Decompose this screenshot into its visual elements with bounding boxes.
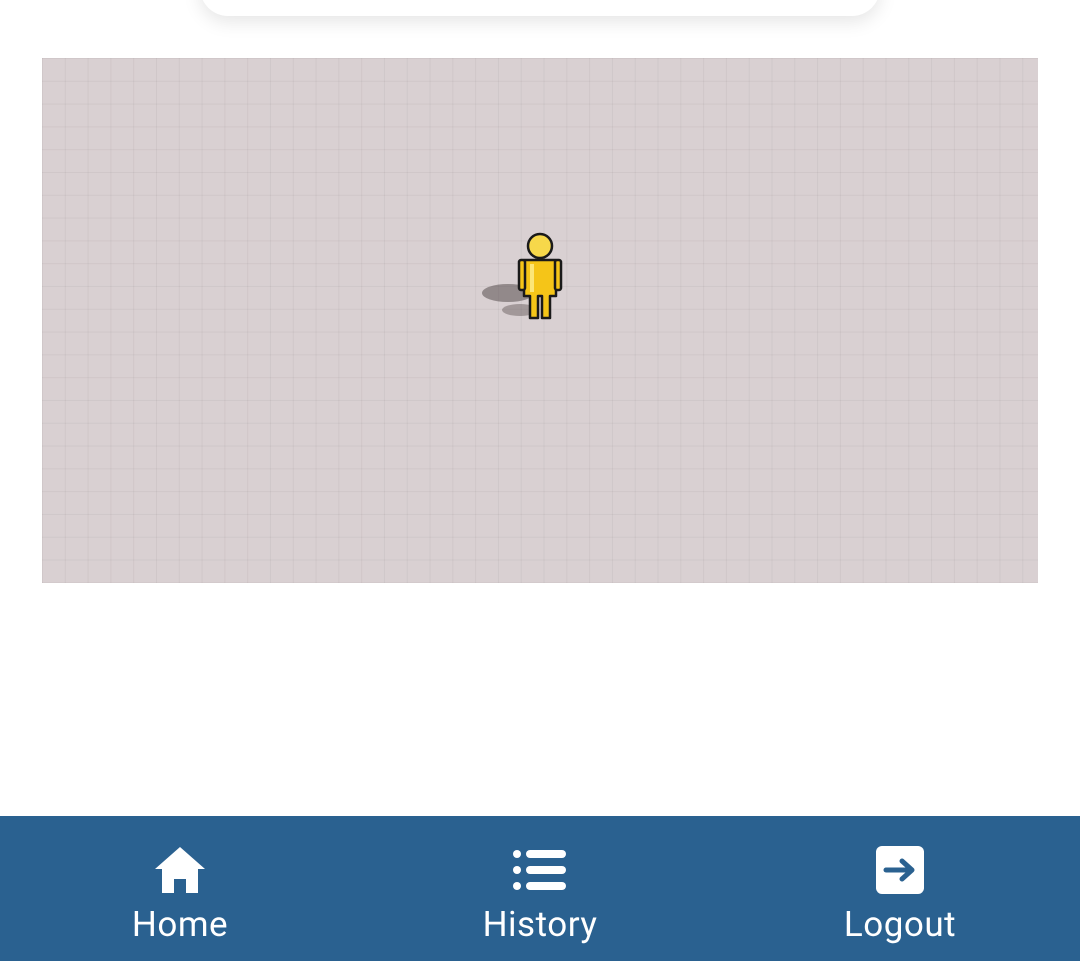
nav-logout-label: Logout xyxy=(843,904,957,945)
nav-logout-button[interactable]: Logout xyxy=(720,816,1080,961)
bottom-navigation-bar: Home History Logout xyxy=(0,816,1080,961)
nav-history-label: History xyxy=(482,904,598,945)
top-search-bar-edge xyxy=(200,0,880,16)
app-screen: Home History Logout xyxy=(0,0,1080,961)
logout-icon xyxy=(872,844,928,896)
list-icon xyxy=(512,844,568,896)
pegman-icon[interactable] xyxy=(480,228,570,328)
nav-history-button[interactable]: History xyxy=(360,816,720,961)
home-icon xyxy=(152,844,208,896)
map-view[interactable] xyxy=(42,58,1038,583)
nav-home-label: Home xyxy=(131,904,229,945)
nav-home-button[interactable]: Home xyxy=(0,816,360,961)
